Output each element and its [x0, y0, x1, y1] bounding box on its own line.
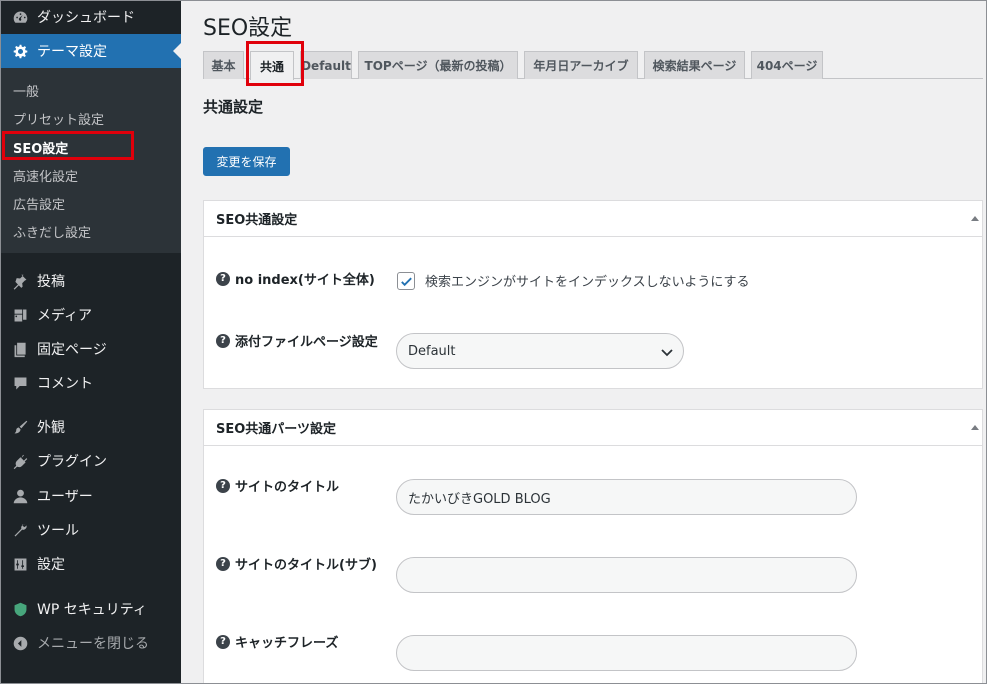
collapse-arrow-icon[interactable]: [970, 211, 980, 225]
panel-seo-common-title: SEO共通設定: [216, 213, 298, 228]
page-title: SEO設定: [203, 16, 293, 41]
wrench-icon: [10, 520, 30, 540]
media-icon: [10, 305, 30, 325]
panel-seo-common-header[interactable]: SEO共通設定: [204, 201, 982, 237]
gear-icon: [10, 41, 30, 61]
help-icon[interactable]: ?: [216, 333, 230, 348]
menu-dashboard[interactable]: ダッシュボード: [0, 0, 181, 34]
catchphrase-input[interactable]: [396, 635, 857, 671]
menu-dashboard-label: ダッシュボード: [37, 10, 135, 26]
menu-wp-security[interactable]: WP セキュリティ: [0, 592, 181, 626]
attachment-page-select[interactable]: Default: [396, 333, 684, 369]
noindex-checkbox-label[interactable]: 検索エンジンがサイトをインデックスしないようにする: [425, 271, 749, 290]
save-changes-button[interactable]: 変更を保存: [203, 147, 290, 176]
tab-default[interactable]: Default: [300, 51, 352, 79]
checkmark-icon: [400, 277, 412, 286]
submenu-balloon[interactable]: ふきだし設定: [13, 222, 91, 241]
menu-media[interactable]: メディア: [0, 298, 181, 332]
menu-collapse-label: メニューを閉じる: [37, 636, 149, 652]
menu-posts[interactable]: 投稿: [0, 264, 181, 298]
submenu-seo[interactable]: SEO設定: [13, 138, 68, 157]
menu-tools[interactable]: ツール: [0, 513, 181, 547]
shield-icon: [10, 599, 30, 619]
catchphrase-field-label: ? キャッチフレーズ: [216, 632, 338, 651]
panel-seo-common: SEO共通設定 ? no index(サイト全体) 検索エンジンがサイトをインデ…: [203, 200, 983, 389]
panel-seo-parts: SEO共通パーツ設定 ? サイトのタイトル ? サイトのタイトル(サブ) ? キ…: [203, 409, 983, 684]
menu-settings[interactable]: 設定: [0, 547, 181, 581]
theme-settings-submenu: 一般 プリセット設定 SEO設定 高速化設定 広告設定 ふきだし設定: [0, 68, 181, 253]
main-content: SEO設定 基本 共通 Default TOPページ（最新の投稿） 年月日アーカ…: [181, 0, 987, 684]
site-title-input[interactable]: [396, 479, 857, 515]
pages-icon: [10, 339, 30, 359]
menu-appearance[interactable]: 外観: [0, 410, 181, 444]
pin-icon: [10, 271, 30, 291]
section-title: 共通設定: [203, 98, 264, 116]
menu-plugins[interactable]: プラグイン: [0, 444, 181, 478]
submenu-general[interactable]: 一般: [13, 81, 39, 100]
panel-seo-parts-title: SEO共通パーツ設定: [216, 422, 337, 437]
menu-users[interactable]: ユーザー: [0, 479, 181, 513]
submenu-preset[interactable]: プリセット設定: [13, 109, 104, 128]
noindex-field-label: ? no index(サイト全体): [216, 269, 375, 288]
tab-date-archive[interactable]: 年月日アーカイブ: [524, 51, 638, 79]
menu-theme-settings[interactable]: テーマ設定: [0, 34, 181, 68]
settings-sliders-icon: [10, 554, 30, 574]
attachment-label-text: 添付ファイルページ設定: [235, 335, 378, 350]
comment-icon: [10, 373, 30, 393]
menu-media-label: メディア: [37, 308, 93, 324]
tab-404[interactable]: 404ページ: [751, 51, 823, 79]
help-icon[interactable]: ?: [216, 478, 230, 493]
site-subtitle-field-label: ? サイトのタイトル(サブ): [216, 554, 377, 573]
tab-top-page[interactable]: TOPページ（最新の投稿）: [358, 51, 518, 79]
panel-seo-parts-header[interactable]: SEO共通パーツ設定: [204, 410, 982, 446]
menu-comments[interactable]: コメント: [0, 366, 181, 400]
tab-common[interactable]: 共通: [250, 51, 294, 80]
menu-comments-label: コメント: [37, 376, 93, 392]
submenu-speed[interactable]: 高速化設定: [13, 166, 78, 185]
menu-users-label: ユーザー: [37, 489, 93, 505]
noindex-label-text: no index(サイト全体): [235, 273, 375, 288]
help-icon[interactable]: ?: [216, 271, 230, 286]
collapse-icon: [10, 633, 30, 653]
menu-appearance-label: 外観: [37, 420, 65, 436]
admin-sidebar: ダッシュボード テーマ設定 一般 プリセット設定 SEO設定 高速化設定 広告設…: [0, 0, 181, 684]
settings-tabs: 基本 共通 Default TOPページ（最新の投稿） 年月日アーカイブ 検索結…: [203, 51, 983, 80]
menu-collapse[interactable]: メニューを閉じる: [0, 626, 181, 660]
noindex-checkbox[interactable]: [397, 272, 415, 290]
user-icon: [10, 486, 30, 506]
help-icon[interactable]: ?: [216, 634, 230, 649]
menu-pages-label: 固定ページ: [37, 342, 107, 358]
tab-basic[interactable]: 基本: [203, 51, 244, 79]
help-icon[interactable]: ?: [216, 556, 230, 571]
attachment-field-label: ? 添付ファイルページ設定: [216, 331, 378, 350]
site-subtitle-label-text: サイトのタイトル(サブ): [235, 558, 377, 573]
dashboard-icon: [10, 7, 30, 27]
paintbrush-icon: [10, 417, 30, 437]
chevron-down-icon: [661, 349, 673, 357]
menu-tools-label: ツール: [37, 523, 79, 539]
site-title-field-label: ? サイトのタイトル: [216, 476, 339, 495]
tab-search-results[interactable]: 検索結果ページ: [644, 51, 745, 79]
collapse-arrow-icon[interactable]: [970, 420, 980, 434]
menu-plugins-label: プラグイン: [37, 454, 107, 470]
menu-posts-label: 投稿: [37, 274, 65, 290]
catchphrase-label-text: キャッチフレーズ: [235, 636, 339, 651]
attachment-select-value: Default: [408, 343, 456, 359]
site-subtitle-input[interactable]: [396, 557, 857, 593]
menu-theme-settings-label: テーマ設定: [37, 44, 107, 60]
menu-settings-label: 設定: [37, 557, 65, 573]
plugin-icon: [10, 451, 30, 471]
submenu-ads[interactable]: 広告設定: [13, 194, 65, 213]
site-title-label-text: サイトのタイトル: [235, 480, 340, 495]
menu-wp-security-label: WP セキュリティ: [37, 602, 147, 618]
menu-pages[interactable]: 固定ページ: [0, 332, 181, 366]
